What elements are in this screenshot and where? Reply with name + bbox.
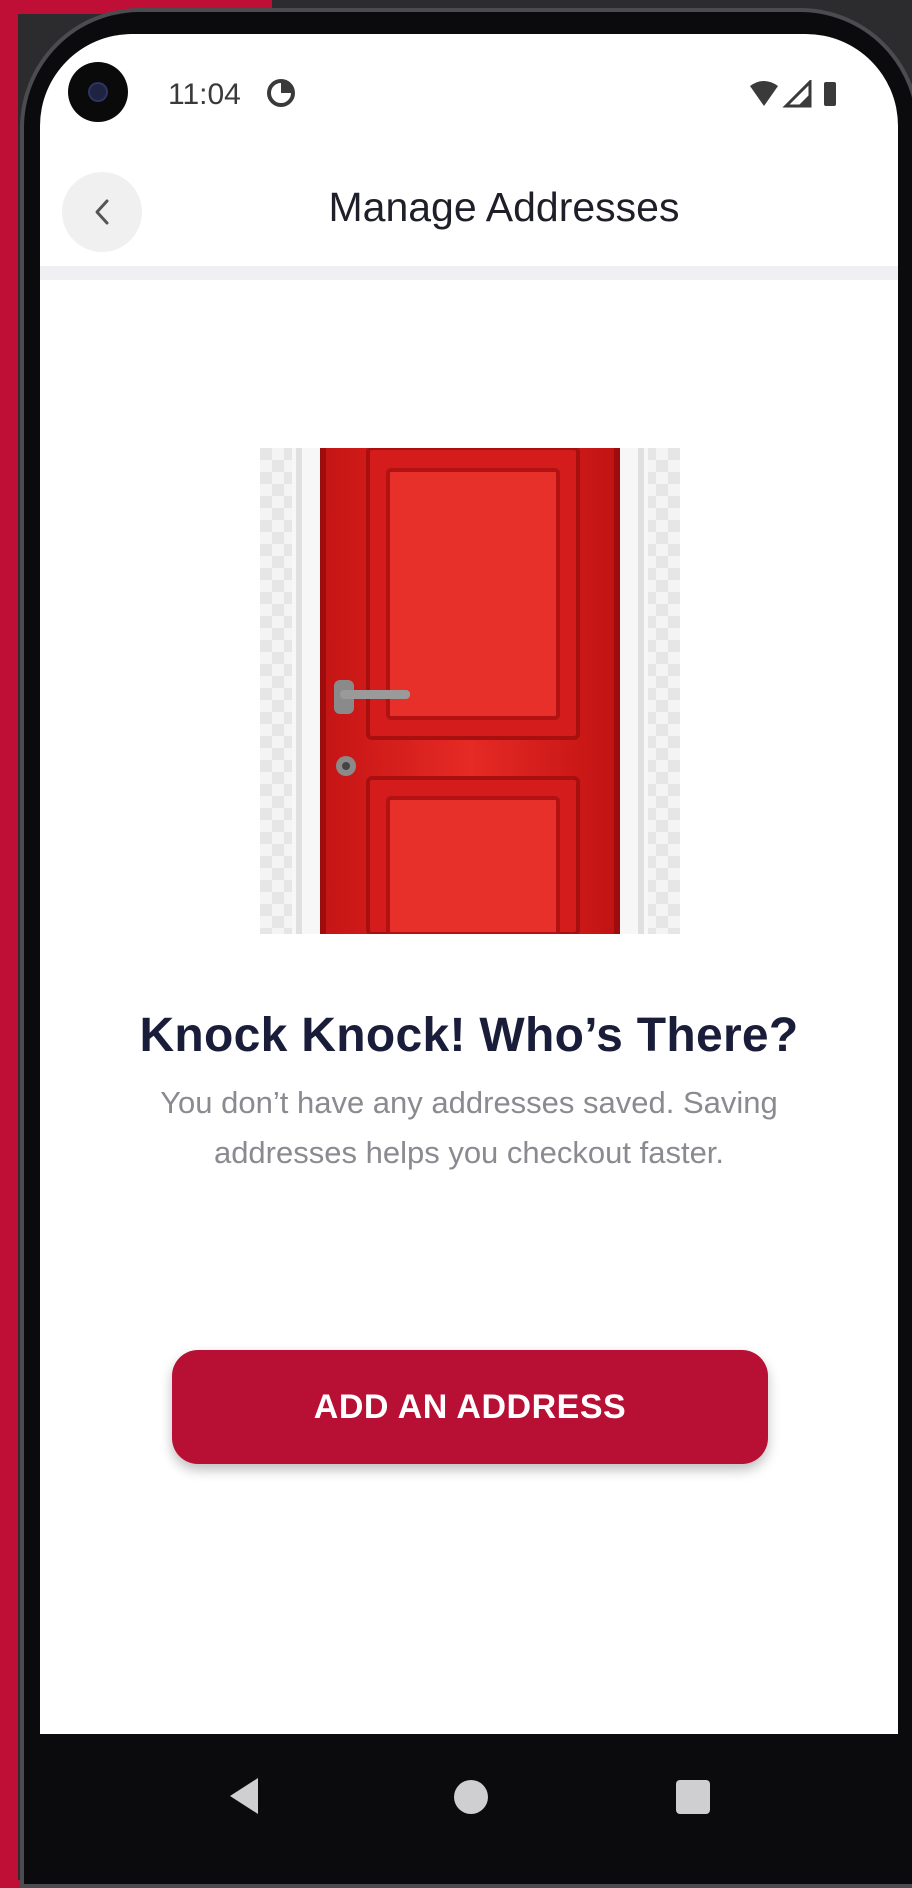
nav-recents-icon[interactable]	[676, 1780, 710, 1814]
add-address-button[interactable]: ADD AN ADDRESS	[172, 1350, 768, 1464]
page-title: Manage Addresses	[328, 184, 680, 230]
empty-state-message: You don’t have any addresses saved. Savi…	[160, 1085, 778, 1170]
app-screen: 11:04 Manage Addresses Knock Knock! Who’…	[40, 34, 898, 1734]
status-time: 11:04	[168, 78, 241, 111]
nav-home-icon[interactable]	[454, 1780, 488, 1814]
wifi-icon	[750, 81, 778, 106]
system-navigation-bar	[40, 1734, 898, 1880]
battery-icon	[824, 82, 836, 106]
app-notification-icon	[267, 79, 295, 107]
empty-state-title: Knock Knock! Who’s There?	[139, 1009, 799, 1062]
front-camera	[68, 62, 128, 122]
header-divider	[40, 266, 898, 280]
nav-back-icon[interactable]	[226, 1776, 262, 1816]
status-icons	[750, 80, 836, 108]
red-door-illustration	[260, 448, 680, 934]
